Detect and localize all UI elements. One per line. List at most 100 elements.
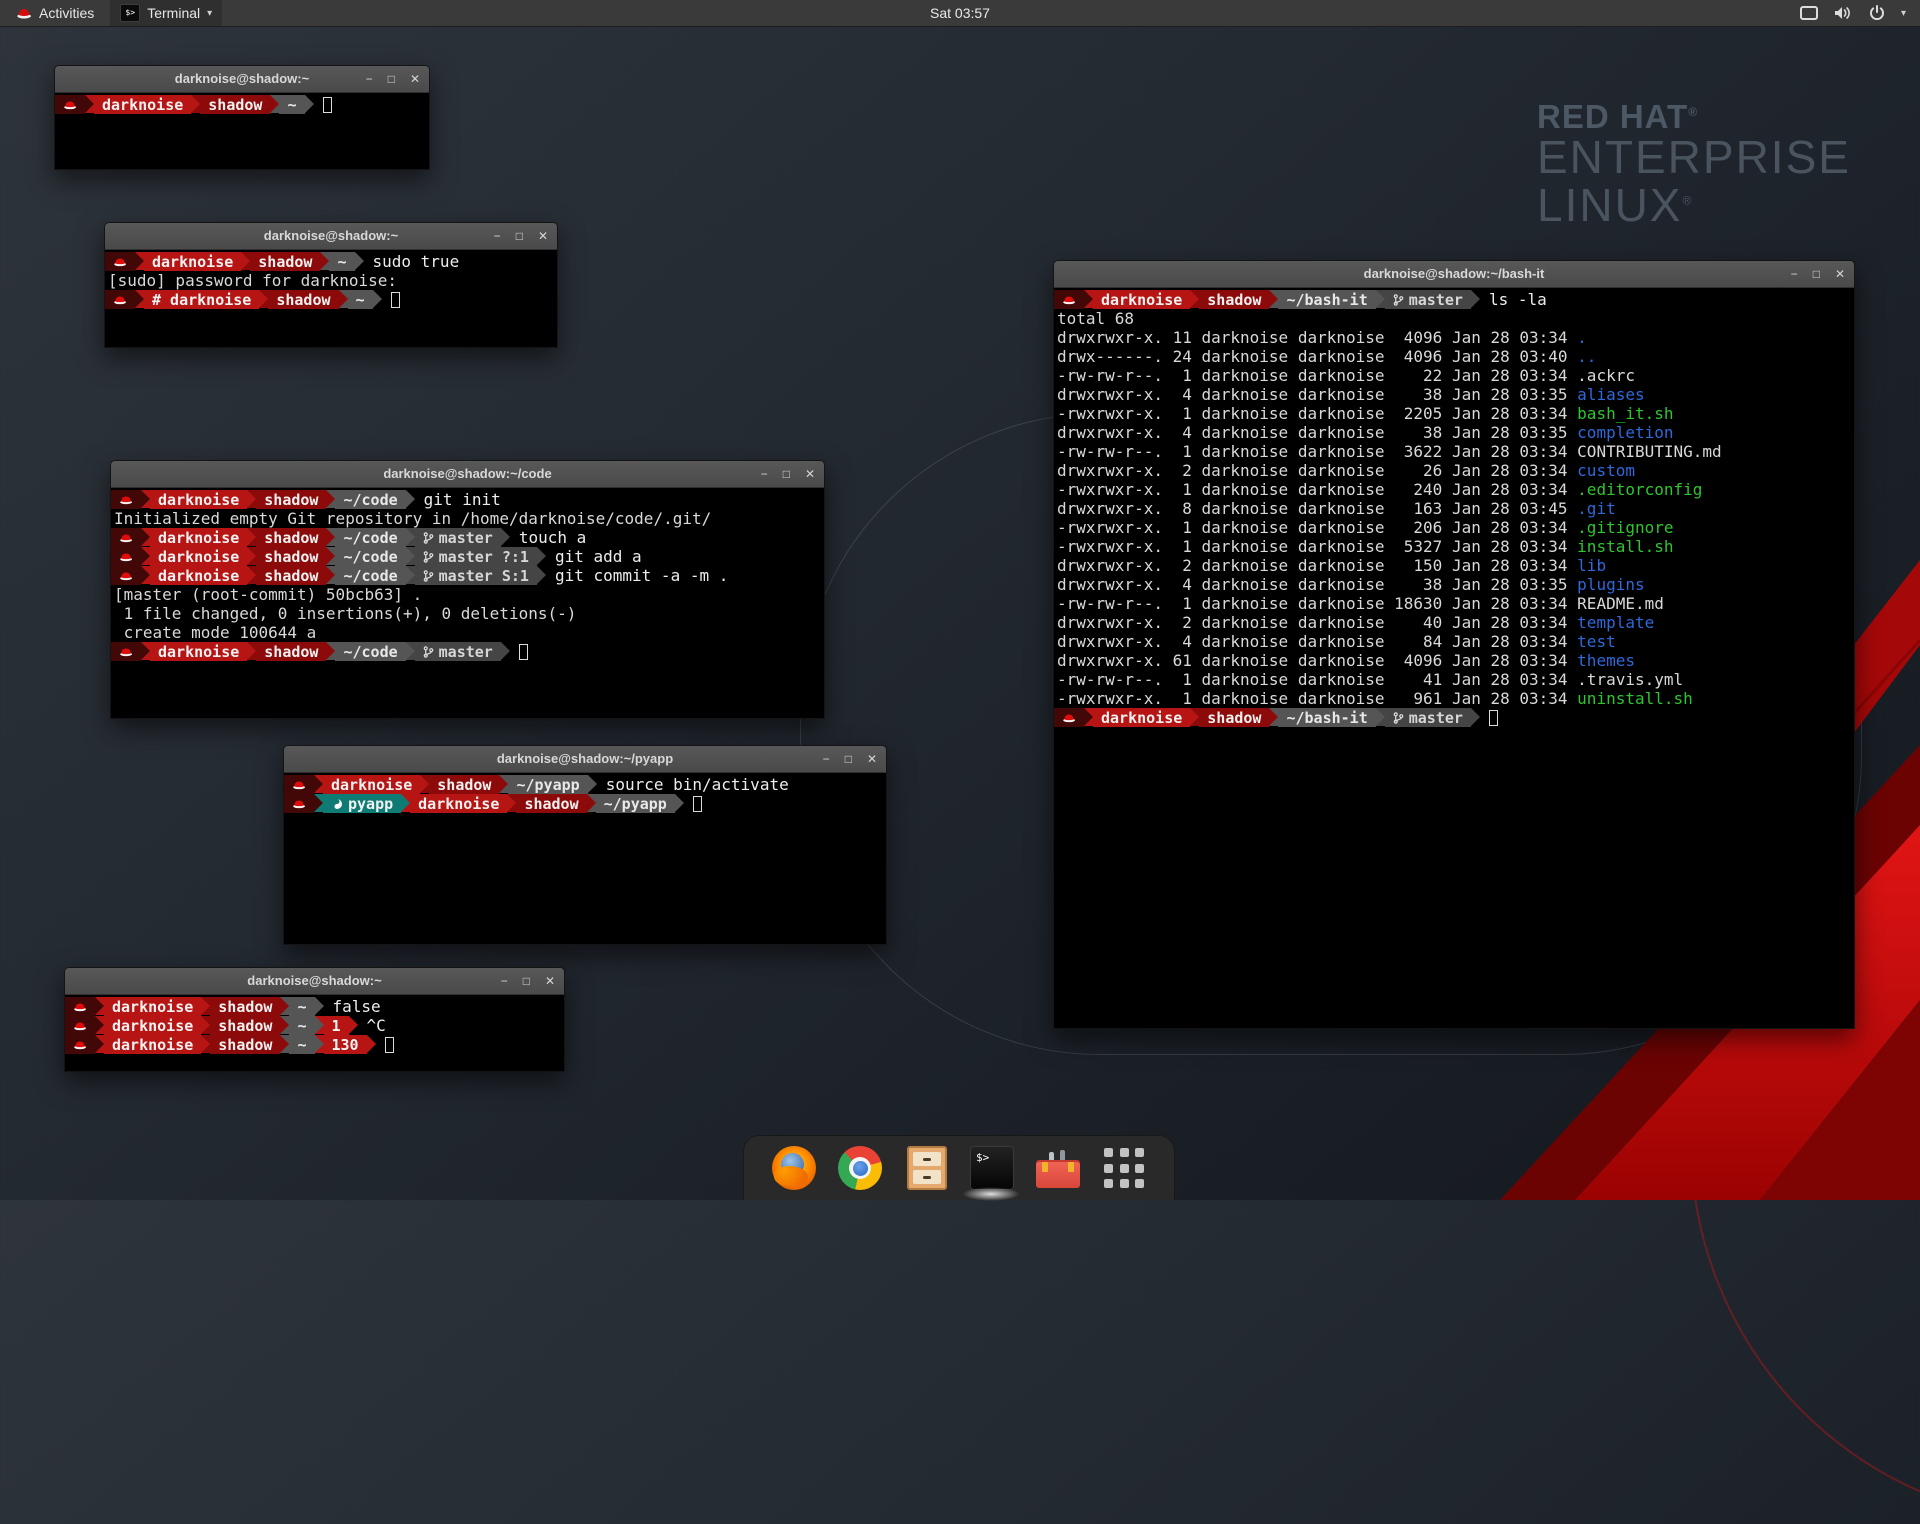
- dock-item-toolbox[interactable]: [1035, 1143, 1081, 1193]
- activities-button[interactable]: Activities: [8, 0, 102, 26]
- close-button[interactable]: ✕: [867, 753, 877, 765]
- clock[interactable]: Sat 03:57: [0, 5, 1920, 21]
- redhat-icon: [119, 570, 133, 581]
- command-text: source bin/activate: [606, 775, 789, 794]
- maximize-button[interactable]: □: [388, 73, 395, 85]
- prompt-segment: ~/code: [335, 642, 405, 661]
- powerline-separator-icon: [406, 566, 415, 584]
- close-button[interactable]: ✕: [545, 975, 555, 987]
- output-text: drwxrwxr-x. 4 darknoise darknoise 38 Jan…: [1057, 423, 1577, 442]
- close-button[interactable]: ✕: [410, 73, 420, 85]
- powerline-separator-icon: [1269, 708, 1278, 726]
- titlebar[interactable]: darknoise@shadow:~/pyapp−□✕: [284, 746, 886, 773]
- prompt-segment: [284, 775, 314, 794]
- close-button[interactable]: ✕: [1835, 268, 1845, 280]
- prompt-segment: darknoise: [150, 566, 247, 585]
- titlebar[interactable]: darknoise@shadow:~/code−□✕: [111, 461, 824, 488]
- terminal-content[interactable]: darknoiseshadow~falsedarknoiseshadow~1^C…: [65, 995, 564, 1071]
- prompt-segment: [1054, 290, 1084, 309]
- powerline-separator-icon: [141, 490, 150, 508]
- dock-item-chrome[interactable]: [837, 1143, 883, 1193]
- prompt-segment: darknoise: [104, 997, 201, 1016]
- powerline-separator-icon: [280, 1035, 289, 1053]
- prompt-segment: [65, 1016, 95, 1035]
- terminal-content[interactable]: darknoiseshadow~: [55, 93, 429, 169]
- output-line: total 68: [1054, 309, 1854, 328]
- redhat-icon: [1062, 294, 1076, 305]
- prompt-segment: [111, 547, 141, 566]
- powerline-separator-icon: [141, 528, 150, 546]
- terminal-content[interactable]: darknoiseshadow~/pyappsource bin/activat…: [284, 773, 886, 944]
- system-status-area[interactable]: ▾: [1800, 5, 1920, 21]
- minimize-button[interactable]: −: [366, 73, 373, 85]
- minimize-button[interactable]: −: [494, 230, 501, 242]
- output-text: .travis.yml: [1577, 670, 1683, 689]
- window-controls: − □ ✕: [1791, 261, 1845, 287]
- maximize-button[interactable]: □: [523, 975, 530, 987]
- app-menu-terminal[interactable]: $> Terminal ▾: [110, 0, 222, 26]
- terminal-content[interactable]: darknoiseshadow~sudo true[sudo] password…: [105, 250, 557, 347]
- output-line: [sudo] password for darknoise:: [105, 271, 557, 290]
- maximize-button[interactable]: □: [516, 230, 523, 242]
- powerline-separator-icon: [326, 642, 335, 660]
- redhat-icon: [73, 1001, 87, 1012]
- maximize-button[interactable]: □: [1813, 268, 1820, 280]
- minimize-button[interactable]: −: [501, 975, 508, 987]
- chevron-down-icon: ▾: [207, 8, 212, 19]
- powerline-separator-icon: [315, 1035, 324, 1053]
- output-line: drwxrwxr-x. 4 darknoise darknoise 38 Jan…: [1054, 385, 1854, 404]
- output-text: 1 file changed, 0 insertions(+), 0 delet…: [114, 604, 576, 623]
- close-button[interactable]: ✕: [538, 230, 548, 242]
- output-text: .gitignore: [1577, 518, 1673, 537]
- prompt-segment: shadow: [210, 997, 280, 1016]
- maximize-button[interactable]: □: [783, 468, 790, 480]
- chrome-icon: [838, 1146, 882, 1190]
- output-text: completion: [1577, 423, 1673, 442]
- output-text: drwxrwxr-x. 4 darknoise darknoise 84 Jan…: [1057, 632, 1577, 651]
- titlebar[interactable]: darknoise@shadow:~−□✕: [65, 968, 564, 995]
- dock-item-terminal[interactable]: $>: [969, 1143, 1015, 1193]
- terminal-content[interactable]: darknoiseshadow~/bash-itmasterls -latota…: [1054, 288, 1854, 1028]
- output-line: drwxrwxr-x. 4 darknoise darknoise 84 Jan…: [1054, 632, 1854, 651]
- power-icon: [1869, 5, 1885, 21]
- window-title: darknoise@shadow:~/bash-it: [1054, 261, 1854, 287]
- minimize-button[interactable]: −: [823, 753, 830, 765]
- prompt-segment: darknoise: [1093, 708, 1190, 727]
- output-line: -rwxrwxr-x. 1 darknoise darknoise 240 Ja…: [1054, 480, 1854, 499]
- output-text: .git: [1577, 499, 1616, 518]
- output-text: -rwxrwxr-x. 1 darknoise darknoise 5327 J…: [1057, 537, 1577, 556]
- close-button[interactable]: ✕: [805, 468, 815, 480]
- powerline-separator-icon: [406, 528, 415, 546]
- terminal-content[interactable]: darknoiseshadow~/codegit initInitialized…: [111, 488, 824, 718]
- prompt-segment: darknoise: [94, 95, 191, 114]
- output-text: drwxrwxr-x. 8 darknoise darknoise 163 Ja…: [1057, 499, 1577, 518]
- titlebar[interactable]: darknoise@shadow:~−□✕: [105, 223, 557, 250]
- command-text: ls -la: [1489, 290, 1547, 309]
- output-text: -rwxrwxr-x. 1 darknoise darknoise 2205 J…: [1057, 404, 1577, 423]
- prompt-segment: shadow: [429, 775, 499, 794]
- output-line: drwxrwxr-x. 11 darknoise darknoise 4096 …: [1054, 328, 1854, 347]
- maximize-button[interactable]: □: [845, 753, 852, 765]
- dock: $>: [743, 1135, 1175, 1200]
- dock-item-files[interactable]: [903, 1143, 949, 1193]
- dock-item-app-grid[interactable]: [1101, 1143, 1147, 1193]
- minimize-button[interactable]: −: [1791, 268, 1798, 280]
- titlebar[interactable]: darknoise@shadow:~/bash-it− □ ✕: [1054, 261, 1854, 288]
- output-text: plugins: [1577, 575, 1644, 594]
- prompt-segment: [55, 95, 85, 114]
- terminal-icon: $>: [970, 1146, 1014, 1190]
- display-icon: [1800, 6, 1818, 20]
- output-text: -rw-rw-r--. 1 darknoise darknoise 22 Jan…: [1057, 366, 1577, 385]
- powerline-separator-icon: [401, 794, 410, 812]
- prompt-segment: shadow: [250, 252, 320, 271]
- powerline-separator-icon: [314, 775, 323, 793]
- prompt-line: darknoiseshadow~1^C: [65, 1016, 564, 1035]
- powerline-separator-icon: [1471, 708, 1480, 726]
- prompt-segment: [65, 1035, 95, 1054]
- minimize-button[interactable]: −: [761, 468, 768, 480]
- command-text: false: [333, 997, 381, 1016]
- dock-item-firefox[interactable]: [771, 1143, 817, 1193]
- output-text: lib: [1577, 556, 1606, 575]
- output-text: drwxrwxr-x. 11 darknoise darknoise 4096 …: [1057, 328, 1577, 347]
- titlebar[interactable]: darknoise@shadow:~−□✕: [55, 66, 429, 93]
